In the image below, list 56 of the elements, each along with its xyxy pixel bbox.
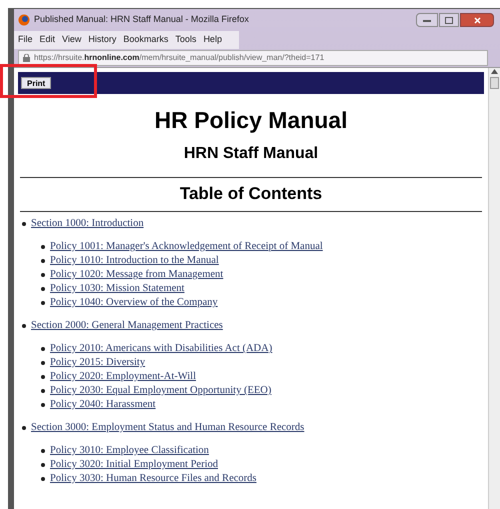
menu-item[interactable]: File bbox=[18, 33, 33, 47]
menu-item[interactable]: Help bbox=[203, 33, 222, 47]
section-link[interactable]: Section 1000: Introduction bbox=[31, 217, 144, 231]
bullet-icon bbox=[41, 273, 45, 277]
bullet-icon bbox=[41, 389, 45, 393]
policy-link[interactable]: Policy 1020: Message from Management bbox=[50, 268, 224, 282]
policy-link[interactable]: Policy 2040: Harassment bbox=[50, 398, 156, 412]
bullet-icon bbox=[22, 324, 26, 328]
bullet-icon bbox=[22, 222, 26, 226]
page-title: HR Policy Manual bbox=[154, 106, 348, 134]
scroll-thumb[interactable] bbox=[490, 77, 499, 89]
bullet-icon bbox=[41, 347, 45, 351]
page-subtitle: HRN Staff Manual bbox=[182, 144, 320, 164]
close-button[interactable] bbox=[460, 13, 494, 27]
close-icon bbox=[474, 16, 480, 24]
menu-item[interactable]: History bbox=[88, 33, 116, 47]
policy-link[interactable]: Policy 1001: Manager's Acknowledgement of Receipt of Manual bbox=[50, 240, 323, 254]
print-button[interactable]: Print bbox=[21, 77, 52, 89]
bullet-icon bbox=[41, 301, 45, 305]
bullet-icon bbox=[41, 403, 45, 407]
lock-icon bbox=[23, 54, 30, 62]
address-bar[interactable]: https://hrsuite.hrnonline.com/mem/hrsuite_manual/publish/view_man/?theid=171 bbox=[18, 50, 488, 66]
bullet-icon bbox=[41, 259, 45, 263]
bullet-icon bbox=[41, 287, 45, 291]
bullet-icon bbox=[41, 375, 45, 379]
bullet-icon bbox=[22, 426, 26, 430]
bullet-icon bbox=[41, 477, 45, 481]
bullet-icon bbox=[41, 245, 45, 249]
section-link[interactable]: Section 2000: General Management Practices bbox=[31, 319, 223, 333]
policy-link[interactable]: Policy 2020: Employment-At-Will bbox=[50, 370, 196, 384]
toc-heading: Table of Contents bbox=[178, 184, 324, 204]
window-title: Published Manual: HRN Staff Manual - Mozilla Firefox bbox=[34, 13, 249, 26]
menu-item[interactable]: Edit bbox=[40, 33, 56, 47]
policy-link[interactable]: Policy 1010: Introduction to the Manual bbox=[50, 254, 219, 268]
section-link[interactable]: Section 3000: Employment Status and Human Resource Records bbox=[31, 421, 304, 435]
menu-item[interactable]: Bookmarks bbox=[123, 33, 168, 47]
policy-link[interactable]: Policy 3020: Initial Employment Period bbox=[50, 458, 218, 472]
bullet-icon bbox=[41, 361, 45, 365]
minimize-icon bbox=[423, 18, 431, 22]
policy-link[interactable]: Policy 2030: Equal Employment Opportunity (EEO) bbox=[50, 384, 272, 398]
policy-link[interactable]: Policy 3030: Human Resource Files and Records bbox=[50, 472, 256, 486]
scroll-up-icon bbox=[491, 69, 498, 74]
policy-link[interactable]: Policy 3010: Employee Classification bbox=[50, 444, 209, 458]
browser-logo-icon bbox=[18, 14, 30, 26]
maximize-icon bbox=[445, 16, 453, 24]
minimize-button[interactable] bbox=[416, 13, 438, 27]
bullet-icon bbox=[41, 463, 45, 467]
policy-link[interactable]: Policy 1030: Mission Statement bbox=[50, 282, 184, 296]
bullet-icon bbox=[41, 449, 45, 453]
policy-link[interactable]: Policy 1040: Overview of the Company bbox=[50, 296, 218, 310]
policy-link[interactable]: Policy 2010: Americans with Disabilities Act (ADA) bbox=[50, 342, 272, 356]
menu-item[interactable]: Tools bbox=[175, 33, 196, 47]
url-text: https://hrsuite.hrnonline.com/mem/hrsuite_manual/publish/view_man/?theid=171 bbox=[34, 52, 324, 64]
maximize-button[interactable] bbox=[439, 13, 459, 27]
policy-link[interactable]: Policy 2015: Diversity bbox=[50, 356, 146, 370]
menu-item[interactable]: View bbox=[62, 33, 82, 47]
